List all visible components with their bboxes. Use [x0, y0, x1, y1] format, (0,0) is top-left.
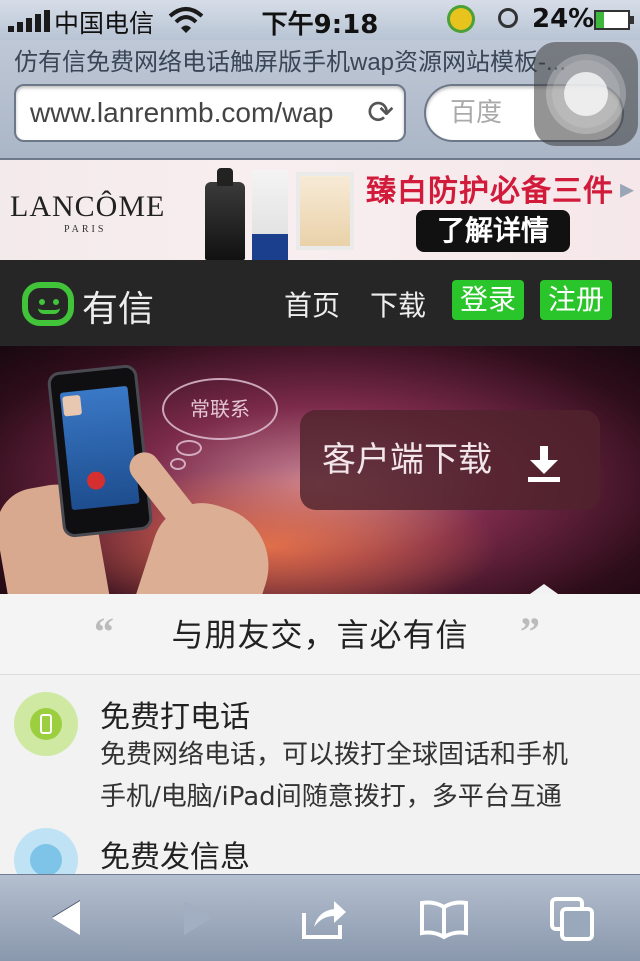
forward-icon[interactable]	[176, 895, 224, 943]
tagline: 与朋友交，言必有信	[171, 616, 469, 654]
url-bar[interactable]: www.lanrenmb.com/wap ⟳	[14, 84, 406, 142]
browser-bottom-toolbar	[0, 874, 640, 961]
nav-download-link[interactable]: 下载	[370, 284, 426, 324]
app-badge-icon	[447, 5, 475, 33]
nav-home-link[interactable]: 首页	[284, 284, 340, 324]
phone-image	[46, 363, 154, 539]
feature-title: 免费发信息	[100, 840, 250, 875]
battery-percent: 24%	[532, 4, 595, 34]
url-text: www.lanrenmb.com/wap	[30, 97, 334, 128]
thought-bubble: 常联系	[162, 378, 278, 440]
hero-banner: 常联系 客户端下载	[0, 346, 640, 594]
ad-next-icon[interactable]: ▸	[620, 172, 634, 205]
ad-brand: LANCÔME	[10, 190, 166, 223]
feature-desc-line: 手机/电脑/iPad间随意拨打，多平台互通	[100, 782, 562, 812]
ad-product-bottle	[252, 170, 288, 260]
reload-icon[interactable]: ⟳	[367, 92, 394, 132]
ad-slogan: 臻白防护必备三件	[366, 174, 614, 209]
quote-close-icon: ”	[520, 609, 540, 654]
site-header: 有信 首页 下载 登录 注册	[0, 260, 640, 346]
tabs-icon[interactable]	[548, 895, 596, 943]
ad-banner[interactable]: LANCÔME PARIS 臻白防护必备三件 了解详情 ▸	[0, 160, 640, 260]
ad-brand-sub: PARIS	[64, 224, 107, 235]
phone-icon	[14, 692, 78, 756]
client-download-button[interactable]: 客户端下载	[300, 410, 600, 510]
share-icon[interactable]	[300, 895, 348, 943]
back-icon[interactable]	[46, 895, 94, 943]
logo-icon[interactable]	[22, 282, 74, 326]
feature-desc-line: 免费网络电话，可以拨打全球固话和手机	[100, 740, 569, 770]
download-icon	[528, 446, 560, 482]
login-button[interactable]: 登录	[452, 280, 525, 320]
ad-product-compact	[296, 172, 354, 250]
ad-product-serum	[205, 168, 245, 260]
browser-toolbar: 仿有信免费网络电话触屏版手机wap资源网站模板-... www.lanrenmb…	[0, 40, 640, 160]
battery-icon	[594, 10, 634, 30]
ad-cta-button[interactable]: 了解详情	[416, 210, 570, 252]
tagline-section: “ 与朋友交，言必有信 ”	[0, 594, 640, 675]
bookmarks-icon[interactable]	[420, 895, 468, 943]
alarm-icon	[498, 8, 518, 28]
logo-text[interactable]: 有信	[82, 280, 154, 332]
assistive-touch-button[interactable]	[534, 42, 638, 146]
client-download-label: 客户端下载	[322, 440, 492, 480]
register-button[interactable]: 注册	[540, 280, 613, 320]
page-title: 仿有信免费网络电话触屏版手机wap资源网站模板-...	[14, 49, 567, 76]
feature-title: 免费打电话	[100, 700, 250, 735]
feature-description: 免费网络电话，可以拨打全球固话和手机 手机/电脑/iPad间随意拨打，多平台互通	[100, 734, 568, 818]
status-bar: 中国电信 下午9:18 24%	[0, 0, 640, 40]
